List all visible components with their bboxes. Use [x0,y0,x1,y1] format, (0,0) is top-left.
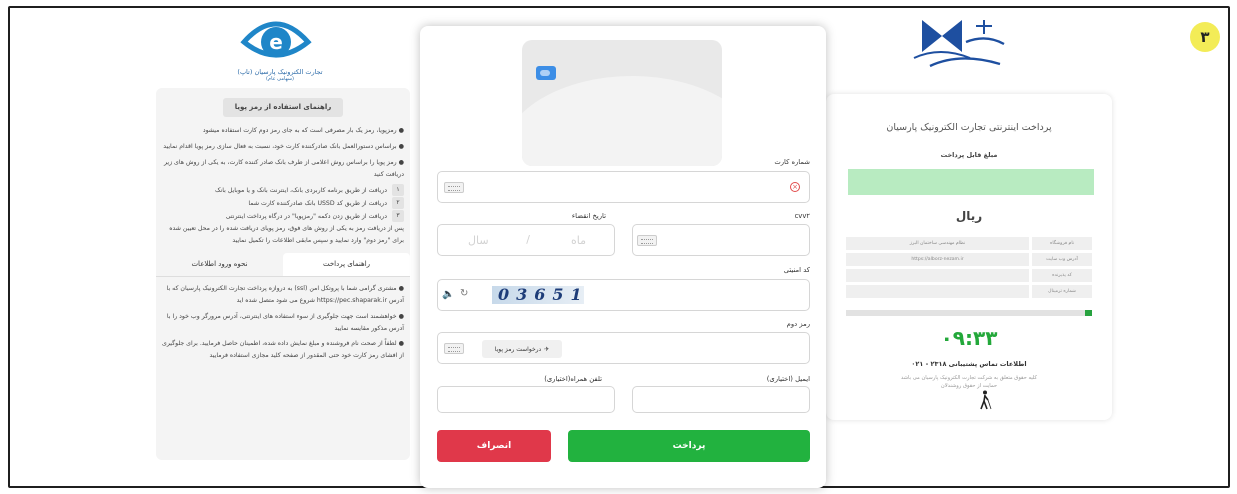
parsian-title: تجارت الکترونیک پارسیان (تاپ) [237,68,323,76]
accessibility-line: حمایت از حقوق روشندلان [940,383,998,390]
shaparak-logo-icon [913,20,1005,68]
timer-progress-fill [1084,310,1092,316]
expiry-label: تاریخ انقضاء [571,212,606,220]
card-chip-icon [536,66,556,80]
cancel-button[interactable]: انصراف [437,430,551,462]
send-icon: ✈ [544,345,550,353]
virtual-keyboard-icon[interactable] [637,235,657,246]
refresh-captcha-icon[interactable]: ↻ [460,288,468,299]
cvv2-field[interactable] [632,224,810,256]
guide-paragraph: ● براساس دستورالعمل بانک صادرکننده کارت … [163,143,404,151]
email-field[interactable] [632,386,810,413]
virtual-keyboard-icon[interactable] [444,343,464,354]
amount-value [848,169,1094,195]
phone-field[interactable] [437,386,615,413]
pay-button[interactable]: پرداخت [568,430,810,462]
method-text: دریافت از طریق کد USSD بانک صادرکننده کا… [248,199,387,207]
copyright-text: کلیه حقوق متعلق به شرکت تجارت الکترونیک … [826,374,1112,391]
method-item: ۳ دریافت از طریق زدن دکمه "رمزپویا" در د… [162,210,404,223]
tip-item: ● لطفاً از صحت نام فروشنده و مبلغ نمایش … [162,340,404,360]
method-text: دریافت از طریق برنامه کاربردی بانک، اینت… [215,186,387,194]
method-number: ۲ [392,197,404,210]
otp-button-label: درخواست رمز پویا [494,345,542,353]
tab-data-entry[interactable]: نحوه ورود اطلاعات [156,253,283,276]
parsian-logo-icon: e [240,21,312,58]
method-number: ۳ [392,210,404,223]
captcha-field[interactable]: 🔈 ↻ 03651 [437,279,810,311]
cvv2-label: cvv۲ [794,212,810,220]
guide-after: پس از دریافت رمز به یکی از روش های فوق، … [169,225,404,245]
guide-paragraph: ● رمز پویا را براساس روش اعلامی از طرف ب… [163,158,404,178]
parsian-name: تجارت الکترونیک پارسیان (تاپ) (سهامی عام… [220,68,340,83]
info-value [846,285,1029,298]
parsian-subtitle: (سهامی عام) [266,76,294,83]
blind-walker-icon[interactable] [978,390,992,410]
tab-payment-guide[interactable]: راهنمای پرداخت [283,252,410,277]
password-label: رمز دوم [786,320,810,328]
expiry-separator: / [526,233,532,246]
email-label: ایمیل (اختیاری) [766,375,810,383]
expiry-year-input[interactable]: سال [468,234,489,247]
info-row: آدرس وب سایت https://alborz-nezam.ir [846,253,1092,266]
method-number: ۱ [392,184,404,197]
card-preview [522,40,722,166]
info-row: نام فروشگاه نظام مهندسی ساختمان البرز [846,237,1092,250]
expiry-field[interactable]: ماه / سال [437,224,615,256]
info-row: شماره ترمینال [846,285,1092,298]
error-icon: × [790,182,800,192]
info-key: آدرس وب سایت [1032,253,1092,266]
payment-form-modal: شماره کارت × cvv۲ تاریخ انقضاء ماه / سال… [420,26,826,488]
guide-paragraph: ● رمزپویا، رمز یک بار مصرفی است که به جا… [202,127,404,135]
virtual-keyboard-icon[interactable] [444,182,464,193]
amount-label: مبلغ قابل پرداخت [940,151,998,159]
info-row: کد پذیرنده [846,269,1092,282]
expiry-month-input[interactable]: ماه [571,234,586,247]
method-item: ۱ دریافت از طریق برنامه کاربردی بانک، ای… [162,184,404,197]
countdown-timer: ۰۹:۳۳ [940,326,998,350]
support-contact: اطلاعات تماس پشتیبانی ۲۳۱۸ - ۰۲۱ [911,360,1027,368]
info-key: کد پذیرنده [1032,269,1092,282]
timer-progress-bar [846,310,1092,316]
summary-title: پرداخت اینترنتی تجارت الکترونیک پارسیان [886,122,1052,133]
request-otp-button[interactable]: ✈ درخواست رمز پویا [482,340,562,358]
card-swoosh [522,76,722,166]
method-item: ۲ دریافت از طریق کد USSD بانک صادرکننده … [162,197,404,210]
method-text: دریافت از طریق زدن دکمه "رمزپویا" در درگ… [225,212,387,220]
guide-tabs: راهنمای پرداخت نحوه ورود اطلاعات [156,252,410,278]
info-value [846,269,1029,282]
info-value: نظام مهندسی ساختمان البرز [846,237,1029,250]
info-key: شماره ترمینال [1032,285,1092,298]
step-badge: ۳ [1190,22,1220,52]
tip-item: ● مشتری گرامی شما با پروتکل امن (ssl) به… [166,285,404,305]
guide-panel: راهنمای استفاده از رمز پویا ● رمزپویا، ر… [156,88,410,460]
guide-title: راهنمای استفاده از رمز پویا [223,98,343,118]
merchant-info-table: نام فروشگاه نظام مهندسی ساختمان البرز آد… [846,237,1092,298]
captcha-image: 03651 [492,286,584,304]
payment-summary-panel: پرداخت اینترنتی تجارت الکترونیک پارسیان … [826,94,1112,420]
svg-text:e: e [269,30,283,54]
card-number-field[interactable]: × [437,171,810,203]
copyright-line: کلیه حقوق متعلق به شرکت تجارت الکترونیک … [900,375,1038,381]
info-value: https://alborz-nezam.ir [846,253,1029,266]
tip-item: ● خواهشمند است جهت جلوگیری از سوء استفاد… [166,312,404,332]
audio-captcha-icon[interactable]: 🔈 [442,289,454,300]
phone-label: تلفن همراه(اختیاری) [544,375,602,383]
second-password-field[interactable]: ✈ درخواست رمز پویا [437,332,810,364]
card-number-label: شماره کارت [774,158,810,166]
currency-label: ریال [955,209,983,223]
captcha-label: کد امنیتی [783,266,810,274]
info-key: نام فروشگاه [1032,237,1092,250]
